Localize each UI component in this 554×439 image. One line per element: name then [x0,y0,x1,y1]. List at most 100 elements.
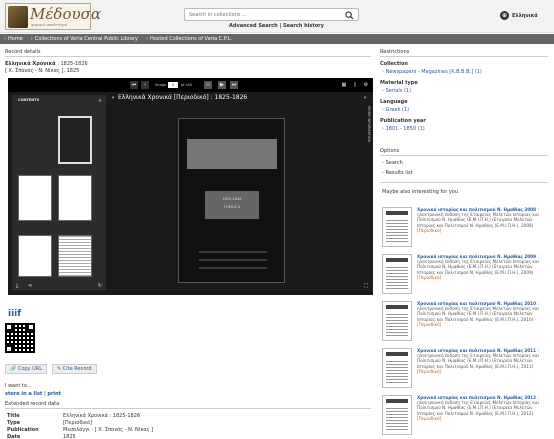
collapse-panel-icon[interactable]: « [96,97,104,105]
search-input[interactable] [189,10,339,20]
related-type: [Περιοδικό] [417,321,442,327]
meta-key: Date [7,434,21,439]
page-line [199,259,267,261]
settings-icon[interactable]: ⚙ [362,81,370,89]
related-thumbnail[interactable] [382,254,412,294]
thumbnail-1[interactable] [58,116,92,164]
meta-key: Publication [7,427,39,433]
related-item[interactable]: Χρονικά ιστορίας και πολιτισμού Ν. Ημαθί… [382,348,542,394]
collection-heading: Collection [380,61,408,67]
related-thumbnail[interactable] [382,348,412,388]
viewer-title: Ελληνικά Χρονικά [Περιοδικό] : 1825-1826 [118,94,248,101]
meta-value: Ελληνικά Χρονικά : 1825-1826 [63,413,141,419]
action-links: store in a list | print [5,391,61,397]
extended-record-label: Extended record data [5,401,60,407]
related-item[interactable]: Χρονικά ιστορίας και πολιτισμού Ν. Ημαθί… [382,207,542,253]
record-title: Ελληνικά Χρονικά : 1825-1826 [5,61,88,67]
breadcrumb-hosted[interactable]: Hosted Collections of Veria C.P.L. [146,36,232,42]
store-in-list-link[interactable]: store in a list [5,391,42,397]
material-type-filter[interactable]: Serials (1) [382,88,411,94]
related-item[interactable]: Χρονικά ιστορίας και πολιτισμού Ν. Ημαθί… [382,301,542,347]
contents-label: CONTENTS [18,98,40,102]
related-item[interactable]: Χρονικά ιστορίας και πολιτισμού Ν. Ημαθί… [382,254,542,300]
record-details-label: Record details [5,49,41,55]
globe-icon: ⊕ [500,11,509,20]
divider [380,155,548,156]
related-text: Χρονικά ιστορίας και πολιτισμού Ν. Ημαθί… [417,348,545,374]
meta-row-publication: Publication Μεσολόγγι : [ Χ. Σπανός - Ν. … [7,427,153,433]
logo-text: Μέδουσα [30,5,101,23]
page-text-volume: ΤΟΜΟΣ Α [223,205,241,209]
site-logo[interactable]: Μέδουσα ψηφιακό αποθετήριο [5,3,101,30]
language-filter[interactable]: Greek (1) [382,107,410,113]
breadcrumb-home[interactable]: Home [4,36,23,42]
related-item[interactable]: Χρονικά ιστορίας και πολιτισμού Ν. Ημαθί… [382,395,542,437]
thumbnail-2[interactable] [18,175,52,221]
breadcrumb-collections[interactable]: Collections of Veria Central Public Libr… [31,36,138,42]
related-type: [Περιοδικό] [417,274,442,280]
meta-key: Title [7,413,20,419]
search-history-link[interactable]: Search history [283,23,324,29]
qr-corner [27,323,35,331]
print-link[interactable]: print [47,391,61,397]
page-line [199,251,267,253]
fullscreen-icon[interactable]: ⛶ [362,282,370,290]
related-text: Χρονικά ιστορίας και πολιτισμού Ν. Ημαθί… [417,254,545,280]
restrictions-label: Restrictions [380,49,410,55]
related-type: [Περιοδικό] [417,368,442,374]
qr-corner [5,323,13,331]
meta-row-type: Type [Περιοδικό] [7,420,92,426]
iiif-icon[interactable]: iiif [8,309,21,319]
divider [380,56,548,57]
collection-filter[interactable]: Newspapers - Magazines [Κ.Β.Β.Β.] (1) [382,69,482,75]
thumbnail-5[interactable] [58,235,92,277]
share-icon[interactable]: ⋖ [26,282,34,290]
related-thumbnail[interactable] [382,301,412,341]
document-viewer[interactable]: ⏮ ‹ Image 1 of 400 ▭ ▶ ⏭ ▦ ▯ ⚙ CONTENTS … [8,78,373,295]
language-label: Ελληνικά [512,12,538,19]
publication-year-filter[interactable]: 1801 - 1850 (1) [382,126,425,132]
search-box [184,8,359,21]
language-heading: Language [380,99,408,105]
divider [380,182,548,183]
cite-record-label: Cite Record [62,366,92,372]
search-option-link[interactable]: Search [382,160,403,166]
next-page-icon[interactable]: ▶ [218,81,226,89]
related-thumbnail[interactable] [382,395,412,435]
rotate-icon[interactable]: ↻ [96,282,104,290]
breadcrumb: Home Collections of Veria Central Public… [0,34,554,44]
search-icon[interactable] [345,11,354,20]
last-page-icon[interactable]: ⏭ [230,81,238,89]
grid-view-icon[interactable]: ▦ [340,81,348,89]
language-switch[interactable]: ⊕ Ελληνικά [500,11,538,20]
thumbnail-4[interactable] [18,235,52,277]
toggle-contents-icon[interactable]: « [109,94,117,102]
meta-value: Μεσολόγγι : [ Χ. Σπανός - Ν. Νίκας ] [63,427,154,433]
related-text: Χρονικά ιστορίας και πολιτισμού Ν. Ημαθί… [417,395,545,421]
related-type: [Περιοδικό] [417,415,442,421]
single-view-icon[interactable]: ▯ [351,81,359,89]
copy-url-label: Copy URL [17,366,43,372]
toc-icon[interactable]: ▭ [204,81,212,89]
first-page-icon[interactable]: ⏮ [130,81,138,89]
expand-info-icon[interactable]: » [361,94,369,102]
i-want-label: I want to... [5,383,32,389]
separator: | [279,23,282,29]
page-number-input[interactable]: 1 [168,82,178,88]
advanced-search-link[interactable]: Advanced Search [229,23,278,29]
page-label-box: 1825-1826 ΤΟΜΟΣ Α [205,191,259,219]
prev-page-icon[interactable]: ‹ [141,81,149,89]
related-thumbnail[interactable] [382,207,412,247]
logo-emblem-icon [8,6,28,28]
publication-year-heading: Publication year [380,118,426,124]
thumbnail-3[interactable] [58,175,92,221]
cite-record-button[interactable]: ✎ Cite Record [52,364,97,374]
contents-panel: CONTENTS « [12,95,106,291]
results-list-link[interactable]: Results list [382,170,413,176]
copy-url-button[interactable]: 🔗 Copy URL [5,364,48,374]
document-page-image[interactable]: 1825-1826 ΤΟΜΟΣ Α [178,118,285,283]
meta-key: Type [7,420,21,426]
page-banner [187,139,277,169]
download-icon[interactable]: ⤓ [13,282,21,290]
more-info-tab[interactable]: MORE INFORMATION [363,106,371,166]
